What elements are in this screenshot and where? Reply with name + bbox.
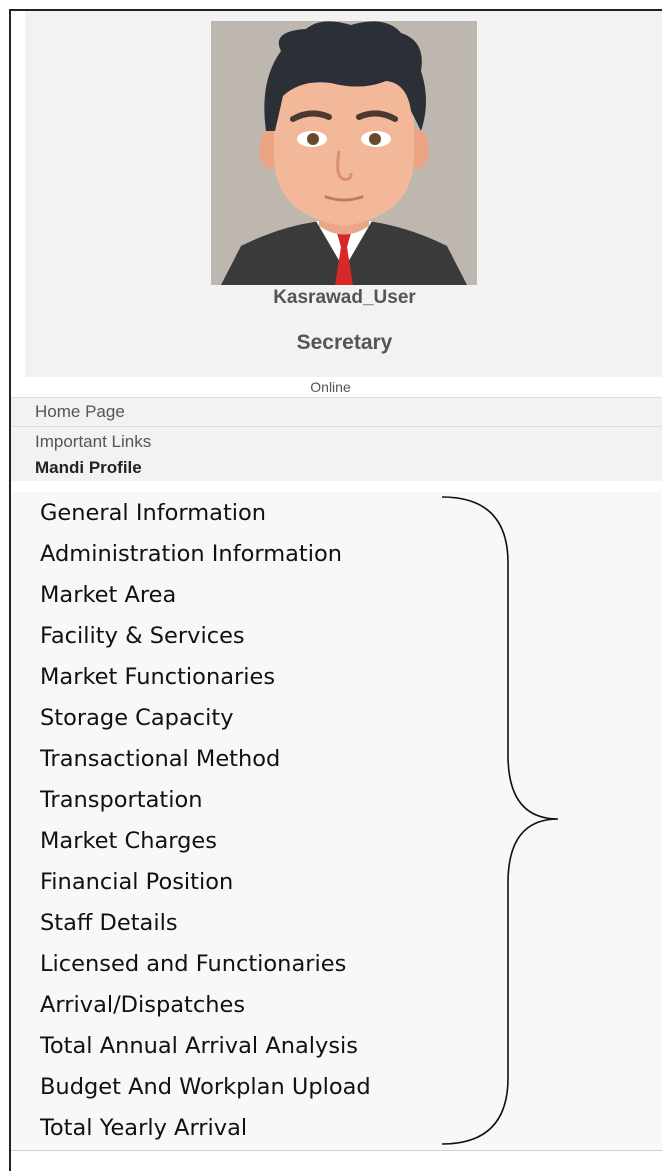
submenu-item-licensed-and-functionaries[interactable]: Licensed and Functionaries (40, 953, 346, 976)
username: Kasrawad_User (273, 287, 416, 308)
submenu-item-staff-details[interactable]: Staff Details (40, 912, 178, 935)
online-status: Online (310, 379, 351, 395)
menu-item-important-links[interactable]: Important Links (11, 427, 662, 457)
submenu-item-market-charges[interactable]: Market Charges (40, 830, 217, 853)
user-profile-card: Kasrawad_User Secretary (25, 11, 662, 377)
submenu-item-transactional-method[interactable]: Transactional Method (40, 748, 280, 771)
submenu-item-market-area[interactable]: Market Area (40, 584, 176, 607)
curly-brace-icon (441, 496, 559, 1145)
submenu-item-market-functionaries[interactable]: Market Functionaries (40, 666, 275, 689)
avatar-icon (211, 21, 477, 285)
submenu-item-general-information[interactable]: General Information (40, 502, 266, 525)
submenu-item-budget-and-workplan-upload[interactable]: Budget And Workplan Upload (40, 1076, 371, 1099)
submenu-item-transportation[interactable]: Transportation (40, 789, 202, 812)
divider (11, 1150, 662, 1151)
user-role: Secretary (296, 331, 393, 354)
submenu-item-financial-position[interactable]: Financial Position (40, 871, 233, 894)
submenu-item-storage-capacity[interactable]: Storage Capacity (40, 707, 234, 730)
submenu-item-arrival-dispatches[interactable]: Arrival/Dispatches (40, 994, 245, 1017)
submenu-item-facility-services[interactable]: Facility & Services (40, 625, 245, 648)
menu-item-mandi-profile[interactable]: Mandi Profile (11, 457, 662, 481)
menu-item-home[interactable]: Home Page (11, 398, 662, 426)
submenu-item-total-yearly-arrival[interactable]: Total Yearly Arrival (40, 1117, 247, 1140)
avatar[interactable] (211, 21, 477, 285)
submenu-item-total-annual-arrival-analysis[interactable]: Total Annual Arrival Analysis (40, 1035, 358, 1058)
submenu-item-administration-information[interactable]: Administration Information (40, 543, 342, 566)
sidebar-panel: Kasrawad_User Secretary Online Home Page… (9, 9, 662, 1171)
